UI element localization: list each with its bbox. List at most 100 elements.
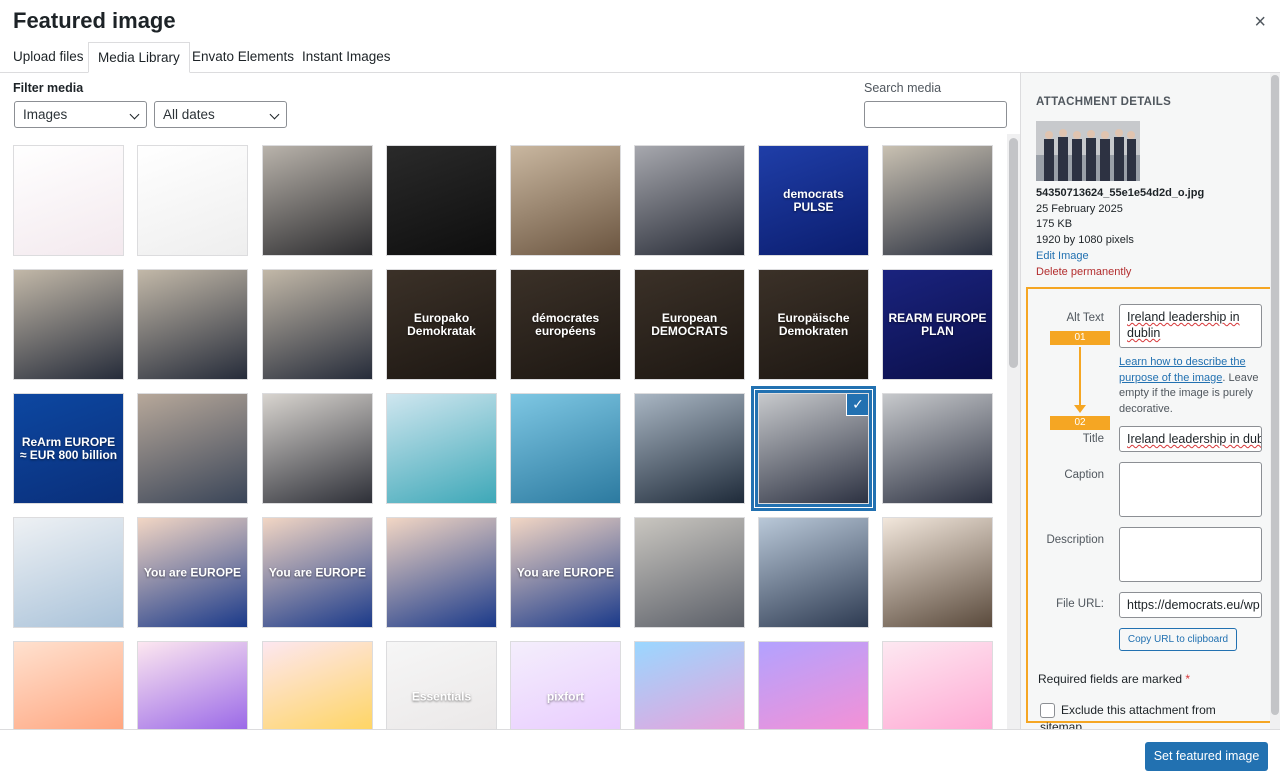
media-thumbnail[interactable]: ✓: [755, 390, 872, 507]
attachment-preview: [1036, 121, 1140, 181]
caption-field[interactable]: [1119, 462, 1262, 517]
attachment-date: 25 February 2025: [1036, 203, 1123, 215]
media-thumbnail[interactable]: [386, 145, 497, 256]
media-thumbnail[interactable]: Essentials: [386, 641, 497, 729]
modal-title: Featured image: [13, 8, 176, 33]
media-thumbnail[interactable]: [137, 269, 248, 380]
date-filter-select[interactable]: All dates: [154, 101, 287, 128]
tab-media-library[interactable]: Media Library: [88, 42, 190, 73]
filter-media-label: Filter media: [13, 81, 84, 95]
modal-footer: Set featured image: [0, 729, 1280, 781]
media-thumbnail[interactable]: [386, 517, 497, 628]
media-thumbnail[interactable]: democrats PULSE: [758, 145, 869, 256]
media-thumbnail[interactable]: [758, 517, 869, 628]
media-thumbnail[interactable]: [262, 641, 373, 729]
media-thumbnail[interactable]: [634, 641, 745, 729]
grid-scrollbar-thumb[interactable]: [1009, 138, 1018, 368]
media-thumbnail[interactable]: [386, 393, 497, 504]
media-thumbnail[interactable]: You are EUROPE: [510, 517, 621, 628]
caption-label: Caption: [1064, 469, 1104, 481]
sidebar-scrollbar[interactable]: [1270, 73, 1280, 729]
media-thumbnail-caption: REARM EUROPE PLAN: [888, 310, 987, 338]
attachment-filename: 54350713624_55e1e54d2d_o.jpg: [1036, 187, 1205, 199]
media-thumbnail[interactable]: [13, 641, 124, 729]
media-thumbnail[interactable]: [758, 641, 869, 729]
grid-scrollbar[interactable]: [1007, 134, 1020, 729]
media-thumbnail-caption: You are EUROPE: [516, 564, 615, 579]
step-02-marker: 02: [1050, 416, 1110, 430]
chevron-down-icon: [129, 109, 140, 120]
media-thumbnail[interactable]: [510, 145, 621, 256]
media-thumbnail[interactable]: [13, 145, 124, 256]
media-thumbnail[interactable]: You are EUROPE: [137, 517, 248, 628]
media-grid: democrats PULSE Europako Demokratak démocr…: [0, 134, 1007, 729]
media-thumbnail[interactable]: [634, 517, 745, 628]
description-field[interactable]: [1119, 527, 1262, 582]
attachment-filesize: 175 KB: [1036, 218, 1073, 230]
media-thumbnail[interactable]: [634, 393, 745, 504]
required-fields-note: Required fields are marked *: [1038, 672, 1190, 686]
media-thumbnail[interactable]: [137, 145, 248, 256]
media-thumbnail-caption: ReArm EUROPE ≈ EUR 800 billion: [19, 434, 118, 462]
media-thumbnail[interactable]: REARM EUROPE PLAN: [882, 269, 993, 380]
close-icon[interactable]: ×: [1254, 11, 1266, 34]
description-label: Description: [1046, 534, 1104, 546]
title-field[interactable]: Ireland leadership in dublin: [1119, 426, 1262, 452]
edit-image-link[interactable]: Edit Image: [1036, 250, 1089, 262]
arrow-down-icon: [1074, 405, 1086, 413]
media-thumbnail[interactable]: [262, 269, 373, 380]
media-thumbnail[interactable]: [137, 393, 248, 504]
media-thumbnail[interactable]: [262, 393, 373, 504]
media-thumbnail[interactable]: You are EUROPE: [262, 517, 373, 628]
media-tabs: Upload files Media Library Envato Elemen…: [0, 42, 1280, 73]
attachment-dimensions: 1920 by 1080 pixels: [1036, 234, 1134, 246]
media-thumbnail[interactable]: [882, 145, 993, 256]
date-filter-value: All dates: [163, 107, 215, 122]
alt-text-help: Learn how to describe the purpose of the…: [1119, 355, 1269, 417]
media-thumbnail[interactable]: [13, 517, 124, 628]
step-01-marker: 01: [1050, 331, 1110, 345]
media-thumbnail[interactable]: [882, 641, 993, 729]
media-thumbnail[interactable]: démocrates européens: [510, 269, 621, 380]
delete-permanently-link[interactable]: Delete permanently: [1036, 266, 1131, 278]
media-thumbnail[interactable]: [137, 641, 248, 729]
alt-text-value: Ireland leadership in dublin: [1127, 310, 1240, 340]
tab-instant-images[interactable]: Instant Images: [293, 42, 400, 73]
attachment-preview-image: [1036, 121, 1140, 181]
search-input[interactable]: [864, 101, 1007, 128]
file-url-field[interactable]: https://democrats.eu/wp: [1119, 592, 1262, 618]
media-thumbnail-caption: Europako Demokratak: [407, 310, 476, 338]
media-thumbnail[interactable]: European DEMOCRATS: [634, 269, 745, 380]
featured-image-modal: Featured image × Upload files Media Libr…: [0, 0, 1280, 781]
media-thumbnail-caption: You are EUROPE: [268, 564, 367, 579]
exclude-sitemap-label: Exclude this attachment from: [1061, 703, 1216, 717]
sidebar-scrollbar-thumb[interactable]: [1271, 75, 1279, 715]
chevron-down-icon: [269, 109, 280, 120]
checkmark-icon[interactable]: ✓: [847, 394, 868, 415]
media-thumbnail[interactable]: [262, 145, 373, 256]
tab-envato-elements[interactable]: Envato Elements: [183, 42, 303, 73]
file-url-label: File URL:: [1056, 598, 1104, 610]
set-featured-image-button[interactable]: Set featured image: [1145, 742, 1268, 771]
media-thumbnail[interactable]: ReArm EUROPE ≈ EUR 800 billion: [13, 393, 124, 504]
media-thumbnail[interactable]: [13, 269, 124, 380]
media-thumbnail[interactable]: [634, 145, 745, 256]
title-value: Ireland leadership in dublin: [1127, 432, 1262, 446]
required-fields-text: Required fields are marked: [1038, 672, 1183, 686]
media-thumbnail[interactable]: [882, 393, 993, 504]
attachment-details-sidebar: ATTACHMENT DETAILS 54350713624_55e1e54d2…: [1020, 73, 1280, 729]
exclude-sitemap-checkbox[interactable]: [1040, 703, 1055, 718]
alt-text-label: Alt Text: [1066, 312, 1105, 324]
alt-text-field[interactable]: Ireland leadership in dublin: [1119, 304, 1262, 348]
required-star: *: [1185, 672, 1191, 686]
copy-url-button[interactable]: Copy URL to clipboard: [1119, 628, 1237, 651]
media-thumbnail[interactable]: pixfort: [510, 641, 621, 729]
tab-upload-files[interactable]: Upload files: [4, 42, 93, 73]
media-thumbnail-caption: démocrates européens: [531, 310, 600, 338]
media-thumbnail[interactable]: Europäische Demokraten: [758, 269, 869, 380]
media-type-select[interactable]: Images: [14, 101, 147, 128]
exclude-sitemap-label-cont: sitemap: [1040, 720, 1083, 729]
media-thumbnail[interactable]: [882, 517, 993, 628]
media-thumbnail[interactable]: [510, 393, 621, 504]
media-thumbnail[interactable]: Europako Demokratak: [386, 269, 497, 380]
